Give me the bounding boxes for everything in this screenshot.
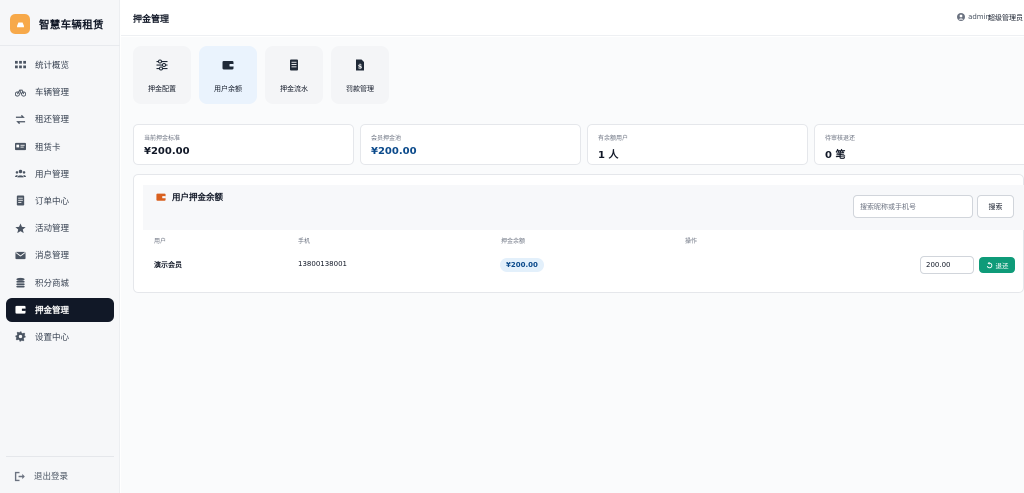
coins-icon [14,276,27,289]
wallet-icon [222,56,234,75]
sliders-icon [156,56,168,75]
stat-label: 待审核退还 [825,135,856,142]
sidebar-nav: 统计概览 车辆管理 租还管理 租赁卡 用户管理 订单中心 活动管理 消息管理 积… [6,53,114,352]
main-content: 押金配置 用户余额 押金流水 $ 罚款管理 当前押金标准 ¥200.00 会员押… [121,37,1024,493]
stat-card: 会员押金池 ¥200.00 [360,124,581,165]
refund-button[interactable]: 退还 [979,257,1015,273]
sidebar: 智慧车辆租赁 统计概览 车辆管理 租还管理 租赁卡 用户管理 订单中心 活动管理… [0,0,120,493]
brand-logo-icon [10,14,30,34]
star-icon [14,222,27,235]
sidebar-item-settings[interactable]: 设置中心 [6,325,114,349]
user-role: 超级管理员 [988,14,1023,22]
user-menu[interactable]: admin [957,13,990,21]
column-header-user: 用户 [154,238,167,245]
logout-label: 退出登录 [34,472,69,482]
tab-label: 用户余额 [214,85,242,93]
divider [6,456,114,457]
sidebar-item-rentals[interactable]: 租还管理 [6,107,114,131]
user-balance-panel: 用户押金余额 搜索 用户 手机 押金余额 操作 演示会员 13800138001… [133,174,1024,293]
stat-label: 会员押金池 [371,135,402,142]
table-row: 演示会员 13800138001 ¥200.00 退还 [143,249,1024,283]
undo-icon [986,261,992,268]
divider [0,45,120,46]
refund-button-label: 退还 [995,262,1009,270]
topbar: 押金管理 admin 超级管理员 [121,0,1024,36]
sidebar-item-label: 订单中心 [35,196,70,207]
card-icon [14,140,27,153]
stat-card: 待审核退还 0 笔 [814,124,1024,165]
fine-icon: $ [354,56,366,75]
panel-header: 用户押金余额 搜索 [143,185,1024,230]
sidebar-item-activities[interactable]: 活动管理 [6,216,114,240]
sidebar-item-label: 押金管理 [35,305,70,316]
svg-text:$: $ [358,62,363,70]
cell-user: 演示会员 [154,261,182,269]
sidebar-item-users[interactable]: 用户管理 [6,162,114,186]
envelope-icon [14,249,27,262]
tab-deposit-flow[interactable]: 押金流水 [265,46,323,104]
sidebar-item-messages[interactable]: 消息管理 [6,243,114,267]
brand[interactable]: 智慧车辆租赁 [10,13,104,35]
column-header-action: 操作 [685,238,698,245]
sidebar-item-deposit[interactable]: 押金管理 [6,297,114,322]
sidebar-item-label: 车辆管理 [35,88,70,99]
column-header-phone: 手机 [298,238,311,245]
sidebar-item-vehicles[interactable]: 车辆管理 [6,80,114,104]
bicycle-icon [14,86,27,99]
wallet-icon [156,193,166,201]
tab-label: 押金流水 [280,85,308,93]
sidebar-item-cards[interactable]: 租赁卡 [6,135,114,159]
stat-value: ¥200.00 [144,146,190,157]
gear-icon [14,330,27,343]
cell-phone: 13800138001 [298,260,347,268]
panel-title: 用户押金余额 [156,191,223,203]
stat-value: 1 人 [598,150,619,161]
wallet-icon [14,303,27,316]
document-icon [14,194,27,207]
sidebar-item-label: 积分商城 [35,278,70,289]
sidebar-item-points-mall[interactable]: 积分商城 [6,271,114,295]
stat-label: 当前押金标准 [144,135,181,142]
sidebar-item-label: 用户管理 [35,169,70,180]
users-icon [14,167,27,180]
logout-icon [14,471,25,481]
search-input[interactable] [853,195,973,218]
sidebar-item-label: 活动管理 [35,224,70,235]
sidebar-item-dashboard[interactable]: 统计概览 [6,53,114,77]
column-header-balance: 押金余额 [501,238,526,245]
sidebar-item-label: 设置中心 [35,332,70,343]
user-icon [957,13,966,21]
sidebar-item-label: 租赁卡 [35,142,61,153]
swap-icon [14,113,27,126]
brand-title: 智慧车辆租赁 [39,18,104,31]
stat-card: 当前押金标准 ¥200.00 [133,124,354,165]
refund-amount-input[interactable] [920,256,974,274]
list-icon [288,56,300,75]
tab-label: 押金配置 [148,85,176,93]
balance-badge: ¥200.00 [500,258,544,272]
logout-button[interactable]: 退出登录 [14,470,68,482]
sidebar-item-orders[interactable]: 订单中心 [6,189,114,213]
stat-value: 0 笔 [825,150,846,161]
deposit-tabs: 押金配置 用户余额 押金流水 $ 罚款管理 [133,46,397,104]
tab-user-balance[interactable]: 用户余额 [199,46,257,104]
sidebar-item-label: 租还管理 [35,115,70,126]
username: admin [968,13,990,21]
tab-fine-management[interactable]: $ 罚款管理 [331,46,389,104]
sidebar-item-label: 统计概览 [35,61,70,71]
sidebar-item-label: 消息管理 [35,251,70,262]
panel-title-text: 用户押金余额 [172,193,224,203]
stat-value: ¥200.00 [371,146,417,157]
grid-icon [14,59,27,72]
tab-deposit-config[interactable]: 押金配置 [133,46,191,104]
stat-card: 有余额用户 1 人 [587,124,808,165]
page-title: 押金管理 [133,15,170,25]
stats-row: 当前押金标准 ¥200.00 会员押金池 ¥200.00 有余额用户 1 人 待… [133,124,1024,165]
stat-label: 有余额用户 [598,135,629,142]
tab-label: 罚款管理 [346,85,374,93]
search-button[interactable]: 搜索 [977,195,1014,218]
